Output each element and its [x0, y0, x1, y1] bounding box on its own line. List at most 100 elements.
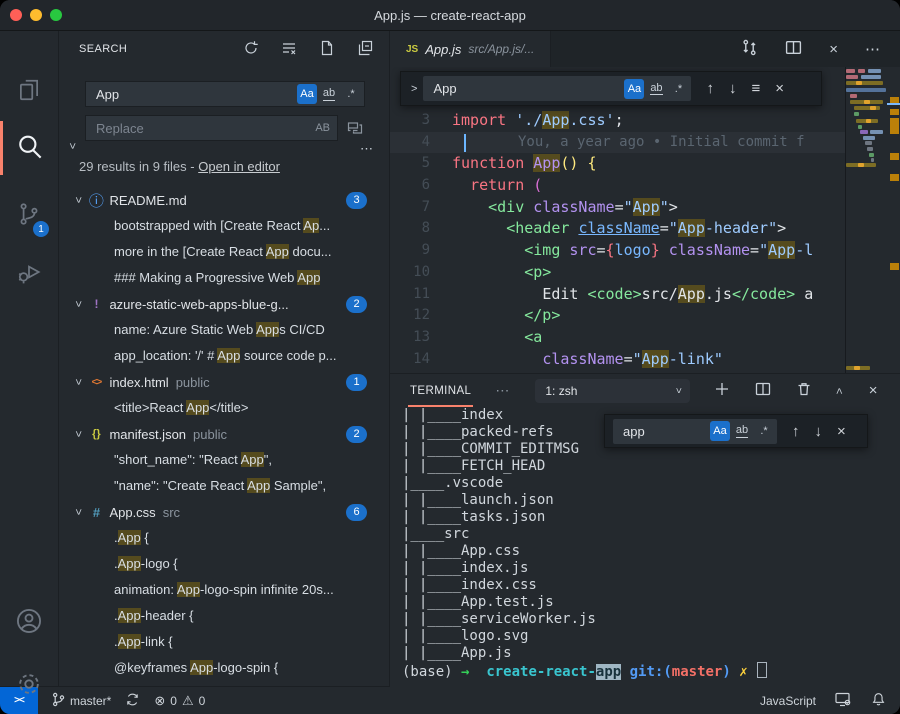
overview-ruler[interactable] — [887, 67, 900, 373]
code-editor[interactable]: 3import './App.css';4You, a year ago • I… — [390, 67, 900, 373]
tab-app-js[interactable]: JS App.js src/App.js/... — [390, 31, 551, 67]
code-line[interactable]: 7 <div className="App"> — [390, 197, 845, 219]
chevron-down-icon[interactable]: > — [72, 301, 84, 307]
code-line[interactable]: 13 <a — [390, 327, 845, 349]
chevron-down-icon[interactable]: > — [72, 509, 84, 515]
split-editor-icon[interactable] — [785, 39, 802, 60]
find-input[interactable] — [431, 80, 622, 97]
terminal-find-input[interactable] — [621, 423, 708, 440]
next-match-icon[interactable]: ↓ — [815, 424, 823, 439]
feedback-icon[interactable] — [835, 692, 852, 710]
split-terminal-icon[interactable] — [755, 381, 771, 401]
title-bar[interactable]: App.js — create-react-app — [0, 0, 900, 31]
search-match-row[interactable]: .App-link { — [59, 629, 389, 655]
search-file-row[interactable]: >{}manifest.jsonpublic2 — [59, 421, 389, 447]
code-line[interactable]: 12 </p> — [390, 305, 845, 327]
search-match-row[interactable]: "short_name": "React App", — [59, 447, 389, 473]
terminal-instance-select[interactable]: 1: zsh > — [535, 379, 690, 403]
editor-more-actions-icon[interactable]: ⋯ — [865, 40, 880, 58]
search-details-more[interactable]: ⋯ — [59, 141, 389, 157]
search-match-row[interactable]: .App { — [59, 525, 389, 551]
search-input[interactable] — [94, 86, 295, 103]
search-file-row[interactable]: >ⓘREADME.md3 — [59, 187, 389, 213]
close-editor-icon[interactable]: × — [829, 41, 838, 58]
regex-toggle[interactable]: .* — [754, 421, 774, 441]
sidebar-item-search[interactable] — [0, 123, 58, 173]
sidebar-item-explorer[interactable] — [0, 67, 58, 117]
match-case-toggle[interactable]: Aa — [297, 84, 317, 104]
search-match-row[interactable]: more in the [Create React App docu... — [59, 239, 389, 265]
close-window-button[interactable] — [10, 9, 22, 21]
code-line[interactable]: 5function App() { — [390, 153, 845, 175]
whole-word-toggle[interactable]: ab — [732, 421, 752, 441]
sync-status[interactable] — [125, 692, 140, 710]
search-file-row[interactable]: ><>index.htmlpublic1 — [59, 369, 389, 395]
search-match-row[interactable]: .App-header { — [59, 603, 389, 629]
search-match-row[interactable]: bootstrapped with [Create React Ap... — [59, 213, 389, 239]
open-in-editor-link[interactable]: Open in editor — [198, 159, 280, 174]
match-case-toggle[interactable]: Aa — [710, 421, 730, 441]
open-changes-icon[interactable] — [741, 39, 758, 60]
code-line[interactable]: 14 className="App-link" — [390, 349, 845, 371]
search-match-row[interactable]: "name": "Create React App Sample", — [59, 473, 389, 499]
close-find-icon[interactable]: × — [775, 81, 784, 96]
search-match-row[interactable]: app_location: '/' # App source code p... — [59, 343, 389, 369]
find-in-selection-icon[interactable]: ≡ — [751, 81, 760, 96]
minimap[interactable] — [845, 67, 887, 373]
tab-terminal[interactable]: TERMINAL — [408, 374, 473, 407]
maximize-panel-icon[interactable]: > — [835, 387, 847, 393]
kill-terminal-icon[interactable] — [796, 381, 812, 401]
new-terminal-icon[interactable] — [714, 381, 730, 401]
notifications-bell-icon[interactable] — [871, 692, 886, 710]
previous-match-icon[interactable]: ↑ — [706, 81, 714, 96]
code-line[interactable]: 11 Edit <code>src/App.js</code> a — [390, 284, 845, 306]
errors-icon: ⊗ — [154, 694, 165, 707]
replace-input[interactable] — [94, 120, 311, 137]
search-match-row[interactable]: <title>React App</title> — [59, 395, 389, 421]
sidebar-item-source-control[interactable]: 1 — [0, 191, 58, 241]
toggle-replace-chevron[interactable]: > — [63, 137, 81, 155]
search-file-row[interactable]: >#App.csssrc6 — [59, 499, 389, 525]
search-match-row[interactable]: ### Making a Progressive Web App — [59, 265, 389, 291]
problems-status[interactable]: ⊗ 0 ⚠ 0 — [154, 694, 205, 708]
whole-word-toggle[interactable]: ab — [646, 79, 666, 99]
search-file-row[interactable]: >!azure-static-web-apps-blue-g...2 — [59, 291, 389, 317]
sidebar-item-run-debug[interactable] — [0, 249, 58, 299]
search-match-row[interactable]: .App-logo { — [59, 551, 389, 577]
branch-status[interactable]: master* — [52, 692, 111, 710]
chevron-down-icon[interactable]: > — [72, 431, 84, 437]
previous-match-icon[interactable]: ↑ — [792, 424, 800, 439]
minimize-window-button[interactable] — [30, 9, 42, 21]
next-match-icon[interactable]: ↓ — [729, 81, 737, 96]
code-line[interactable]: 8 <header className="App-header"> — [390, 218, 845, 240]
settings-button[interactable] — [0, 661, 58, 711]
account-button[interactable] — [0, 598, 58, 648]
refresh-icon[interactable] — [243, 40, 259, 59]
collapse-all-icon[interactable] — [357, 40, 373, 59]
search-match-row[interactable]: name: Azure Static Web Apps CI/CD — [59, 317, 389, 343]
search-match-row[interactable]: @keyframes App-logo-spin { — [59, 655, 389, 681]
close-panel-icon[interactable]: × — [869, 382, 878, 399]
code-line[interactable]: 10 <p> — [390, 262, 845, 284]
match-case-toggle[interactable]: Aa — [624, 79, 644, 99]
terminal-output[interactable]: | |____index| |____packed-refs| |____COM… — [402, 407, 900, 689]
code-line[interactable]: 3import './App.css'; — [390, 110, 845, 132]
code-line[interactable]: 6 return ( — [390, 175, 845, 197]
chevron-down-icon[interactable]: > — [72, 197, 84, 203]
close-find-icon[interactable]: × — [837, 424, 846, 439]
code-line[interactable]: 4You, a year ago • Initial commit f — [390, 132, 845, 154]
code-line[interactable]: 9 <img src={logo} className="App-l — [390, 240, 845, 262]
whole-word-toggle[interactable]: ab — [319, 84, 339, 104]
panel-more-icon[interactable]: ⋯ — [495, 382, 509, 399]
zoom-window-button[interactable] — [50, 9, 62, 21]
regex-toggle[interactable]: .* — [668, 79, 688, 99]
regex-toggle[interactable]: .* — [341, 84, 361, 104]
preserve-case-toggle[interactable]: AB — [315, 122, 330, 134]
search-match-row[interactable]: animation: App-logo-spin infinite 20s... — [59, 577, 389, 603]
chevron-down-icon[interactable]: > — [72, 379, 84, 385]
clear-results-icon[interactable] — [281, 40, 297, 59]
language-indicator[interactable]: JavaScript — [760, 694, 816, 708]
new-search-editor-icon[interactable] — [319, 40, 335, 59]
replace-all-icon[interactable] — [347, 120, 363, 136]
find-expand-chevron[interactable]: > — [411, 83, 417, 95]
